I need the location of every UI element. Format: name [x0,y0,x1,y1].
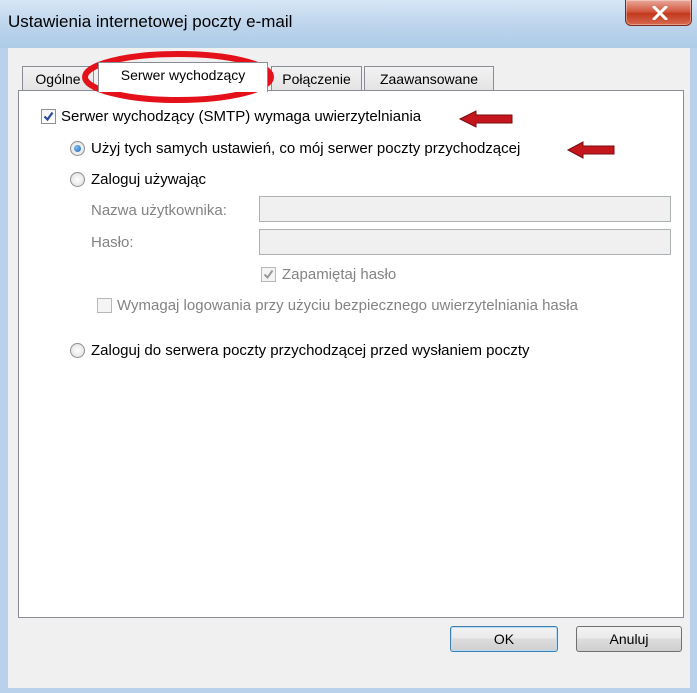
window-title: Ustawienia internetowej poczty e-mail [8,12,293,31]
tab-general[interactable]: Ogólne [22,66,94,91]
log-on-using-label: Zaloguj używając [91,171,207,188]
close-icon [652,6,668,20]
remember-password-checkbox[interactable] [261,267,276,282]
log-on-using-radio[interactable] [70,172,85,187]
username-label: Nazwa użytkownika: [91,202,227,219]
smtp-auth-checkbox[interactable] [41,109,56,124]
tab-advanced[interactable]: Zaawansowane [364,66,494,91]
settings-dialog: Ustawienia internetowej poczty e-mail Og… [0,0,697,693]
ok-button[interactable]: OK [450,626,558,652]
outgoing-server-panel: Serwer wychodzący (SMTP) wymaga uwierzyt… [18,90,684,618]
use-same-settings-radio[interactable] [70,141,85,156]
tab-outgoing-server[interactable]: Serwer wychodzący [98,62,268,92]
remember-password-label: Zapamiętaj hasło [282,266,397,283]
close-button[interactable] [625,0,692,26]
dialog-client-area: Ogólne Serwer wychodzący Połączenie Zaaw… [8,48,690,688]
use-same-settings-label: Użyj tych samych ustawień, co mój serwer… [91,140,521,157]
log-on-incoming-first-radio[interactable] [70,343,85,358]
tab-connection[interactable]: Połączenie [271,66,362,91]
checkmark-icon [43,111,54,122]
cancel-button[interactable]: Anuluj [576,626,682,652]
require-spa-label: Wymagaj logowania przy użyciu bezpieczne… [117,297,578,314]
smtp-auth-label: Serwer wychodzący (SMTP) wymaga uwierzyt… [61,108,422,125]
require-spa-checkbox[interactable] [97,298,112,313]
password-input[interactable] [259,229,671,255]
title-bar[interactable]: Ustawienia internetowej poczty e-mail [0,0,697,48]
username-input[interactable] [259,196,671,222]
log-on-incoming-first-label: Zaloguj do serwera poczty przychodzącej … [91,342,530,359]
checkmark-icon [263,269,274,280]
radio-selected-dot [74,145,81,152]
password-label: Hasło: [91,234,134,251]
